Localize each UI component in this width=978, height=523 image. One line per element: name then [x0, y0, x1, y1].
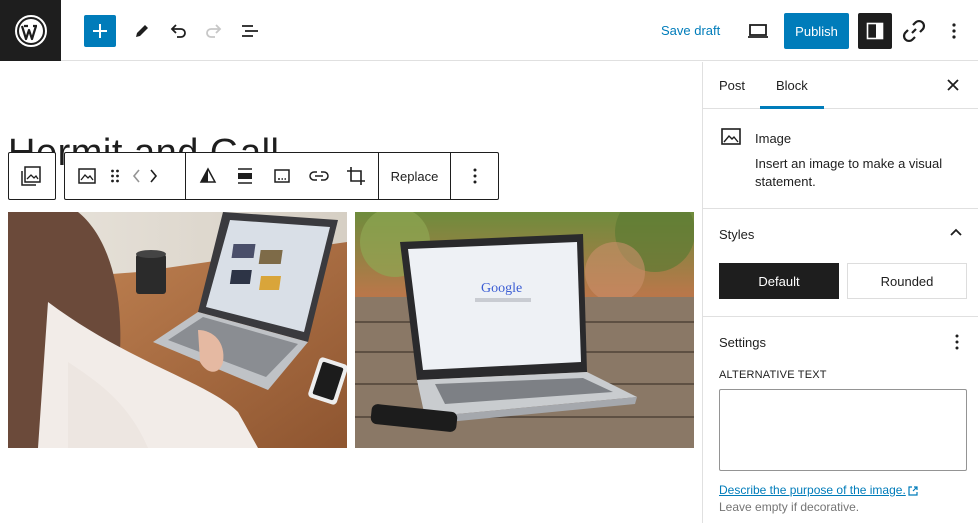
block-card-description: Insert an image to make a visual stateme… [755, 156, 943, 189]
publish-button[interactable]: Publish [784, 13, 849, 49]
google-laptop-photo: Google [355, 212, 694, 448]
gallery-image-woman-laptop[interactable] [8, 212, 347, 448]
block-toolbar: Replace [64, 152, 499, 200]
more-vertical-icon [473, 168, 476, 184]
block-card: Image Insert an image to make a visual s… [703, 109, 978, 209]
chevron-up-icon[interactable] [950, 227, 962, 239]
link-icon [309, 171, 329, 181]
gallery-parent-button[interactable] [15, 158, 47, 194]
editor-canvas[interactable]: Hermit and Gall [0, 62, 702, 523]
alt-text-help: Leave empty if decorative. [719, 500, 860, 514]
sidebar-icon [866, 22, 884, 40]
undo-button[interactable] [162, 15, 194, 47]
settings-sidebar: Post Block Image Insert an image to make… [702, 62, 978, 523]
tools-button[interactable] [126, 15, 158, 47]
wordpress-icon [14, 14, 47, 47]
document-overview-button[interactable] [234, 15, 266, 47]
image-icon [721, 128, 741, 145]
editor-header: Save draft Publish [0, 0, 978, 61]
replace-button[interactable]: Replace [385, 158, 445, 194]
settings-toggle-button[interactable] [858, 13, 892, 49]
move-right-button[interactable] [145, 158, 163, 194]
alt-text-field[interactable] [719, 389, 967, 471]
styles-panel-toggle[interactable]: Styles [719, 227, 754, 242]
caption-icon [274, 169, 290, 183]
close-sidebar-button[interactable] [938, 70, 968, 100]
external-link-icon [908, 486, 918, 496]
redo-button[interactable] [198, 15, 230, 47]
link-icon [902, 19, 926, 43]
block-options-button[interactable] [459, 158, 491, 194]
plus-icon [93, 24, 107, 38]
more-vertical-icon [952, 23, 956, 39]
preview-button[interactable] [742, 15, 774, 47]
drag-handle-icon [111, 169, 119, 183]
block-card-title: Image [755, 131, 792, 146]
duotone-button[interactable] [192, 158, 224, 194]
image-icon [78, 168, 96, 184]
parent-block-selector[interactable] [8, 152, 56, 200]
styles-panel: Styles Default Rounded [703, 209, 978, 317]
settings-panel-title: Settings [719, 335, 766, 350]
caption-button[interactable] [266, 158, 298, 194]
undo-icon [170, 24, 186, 38]
gallery-image-google-laptop[interactable]: Google [355, 212, 694, 448]
sidebar-tabs: Post Block [703, 62, 978, 109]
desktop-preview-icon [748, 24, 768, 38]
gallery-icon [21, 166, 41, 186]
style-rounded-button[interactable]: Rounded [847, 263, 967, 299]
block-type-button[interactable] [71, 158, 103, 194]
duotone-icon [199, 167, 217, 183]
add-block-button[interactable] [84, 15, 116, 47]
alt-text-help-link-label: Describe the purpose of the image. [719, 483, 906, 497]
jetpack-link-button[interactable] [898, 15, 930, 47]
crop-button[interactable] [340, 158, 372, 194]
move-left-button[interactable] [127, 158, 145, 194]
alt-text-label: ALTERNATIVE TEXT [719, 369, 827, 381]
drag-handle[interactable] [103, 158, 127, 194]
tab-block[interactable]: Block [760, 62, 824, 109]
save-draft-button[interactable]: Save draft [655, 15, 726, 47]
link-button[interactable] [303, 158, 335, 194]
woman-laptop-photo [8, 212, 347, 448]
style-default-button[interactable]: Default [719, 263, 839, 299]
tab-post[interactable]: Post [703, 62, 761, 109]
more-vertical-icon[interactable] [954, 333, 960, 351]
pencil-icon [136, 25, 148, 37]
list-view-icon [242, 25, 258, 37]
options-menu-button[interactable] [938, 15, 970, 47]
crop-icon [347, 167, 365, 185]
chevron-left-icon [132, 169, 140, 183]
wordpress-logo-button[interactable] [0, 0, 61, 61]
chevron-right-icon [150, 169, 158, 183]
google-logo-text: Google [481, 281, 522, 296]
redo-icon [206, 24, 222, 38]
alt-text-help-link[interactable]: Describe the purpose of the image. [719, 483, 918, 497]
align-none-icon [238, 168, 252, 184]
settings-panel: Settings ALTERNATIVE TEXT Describe the p… [703, 317, 978, 523]
close-icon [947, 79, 959, 91]
align-button[interactable] [229, 158, 261, 194]
